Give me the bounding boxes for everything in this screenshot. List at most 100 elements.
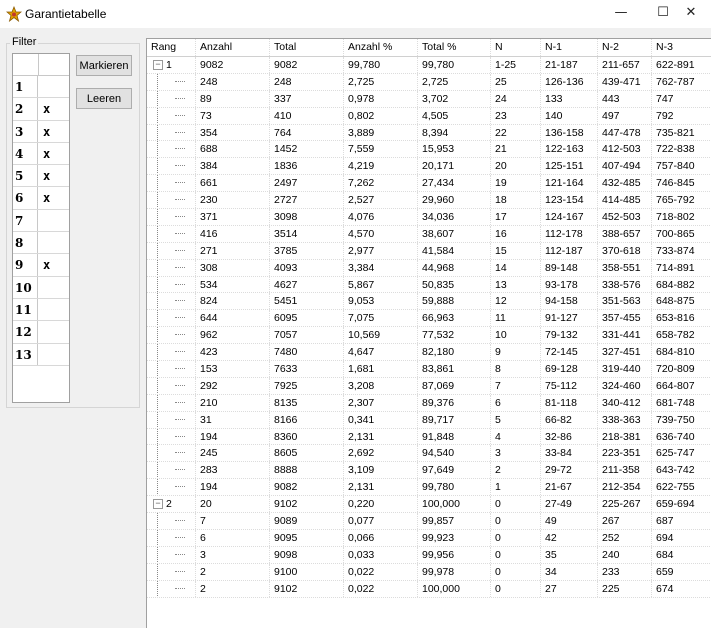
guarantee-table[interactable]: Rang Anzahl Total Anzahl % Total % N N-1 N-2 N-3…	[146, 38, 711, 628]
table-row[interactable]: 688 1452 7,559 15,953 21 122-163 412-503 722-83…	[147, 141, 711, 159]
filter-row-mark[interactable]	[38, 299, 66, 320]
column-header[interactable]: Anzahl %	[344, 39, 418, 56]
table-row[interactable]: 73 410 0,802 4,505 23 140 497 792	[147, 107, 711, 125]
table-cell: 659	[656, 565, 674, 578]
clear-button[interactable]: Leeren	[76, 88, 132, 109]
rank-cell[interactable]: −2	[147, 496, 196, 513]
table-group-row[interactable]: −1 9082 9082 99,780 99,780 1-25 21-187 211-657 6…	[147, 57, 711, 74]
column-header[interactable]: N-1	[541, 39, 598, 56]
column-header[interactable]: N	[491, 39, 541, 56]
table-cell: 153	[196, 361, 270, 377]
table-cell: 20	[196, 496, 270, 513]
table-cell: 7,559	[344, 141, 418, 158]
close-button[interactable]: ✕	[671, 2, 711, 26]
filter-row-mark[interactable]	[38, 277, 66, 298]
table-row[interactable]: 3 9098 0,033 99,956 0 35 240 684	[147, 546, 711, 564]
rank-cell[interactable]: −1	[147, 57, 196, 73]
filter-row-mark[interactable]	[38, 76, 66, 97]
tree-branch-icon	[175, 216, 185, 218]
column-header[interactable]: Total	[270, 39, 344, 56]
table-row[interactable]: 384 1836 4,219 20,171 20 125-151 407-494 757-84…	[147, 158, 711, 176]
table-row[interactable]: 7 9089 0,077 99,857 0 49 267 687	[147, 513, 711, 530]
table-cell: 1836	[270, 158, 344, 175]
mark-button[interactable]: Markieren	[76, 55, 132, 76]
table-row[interactable]: 245 8605 2,692 94,540 3 33-84 223-351 625-747	[147, 445, 711, 463]
filter-row-mark[interactable]: x	[38, 121, 66, 142]
table-cell: 497	[598, 107, 652, 124]
table-row[interactable]: 962 7057 10,569 77,532 10 79-132 331-441 658-78…	[147, 327, 711, 345]
table-row[interactable]: 6 9095 0,066 99,923 0 42 252 694	[147, 529, 711, 547]
table-row[interactable]: 153 7633 1,681 83,861 8 69-128 319-440 720-809	[147, 361, 711, 378]
column-header[interactable]: Anzahl	[196, 39, 270, 56]
table-row[interactable]: 423 7480 4,647 82,180 9 72-145 327-451 684-810	[147, 344, 711, 362]
minimize-button[interactable]: —	[601, 2, 641, 26]
filter-row[interactable]: 1	[13, 76, 69, 99]
tree-connector-icon	[157, 293, 158, 310]
table-row[interactable]: 248 248 2,725 2,725 25 126-136 439-471 762-787	[147, 73, 711, 91]
filter-row-mark[interactable]: x	[38, 187, 66, 208]
table-row[interactable]: 210 8135 2,307 89,376 6 81-118 340-412 681-748	[147, 394, 711, 412]
filter-row-mark[interactable]	[38, 321, 66, 342]
tree-connector-icon	[157, 513, 158, 529]
table-row[interactable]: 308 4093 3,384 44,968 14 89-148 358-551 714-891	[147, 259, 711, 277]
table-row[interactable]: 271 3785 2,977 41,584 15 112-187 370-618 733-87…	[147, 242, 711, 260]
table-row[interactable]: 824 5451 9,053 59,888 12 94-158 351-563 648-875	[147, 293, 711, 311]
table-row[interactable]: 534 4627 5,867 50,835 13 93-178 338-576 684-882	[147, 276, 711, 294]
collapse-icon[interactable]: −	[153, 499, 163, 510]
table-cell: 20,171	[418, 158, 491, 175]
filter-row[interactable]: 3x	[13, 120, 69, 143]
filter-row[interactable]: 2x	[13, 98, 69, 121]
filter-row-mark[interactable]	[38, 232, 66, 253]
filter-row[interactable]: 4x	[13, 142, 69, 166]
tree-branch-icon	[175, 553, 185, 555]
filter-row-mark[interactable]	[38, 344, 66, 365]
table-row[interactable]: 371 3098 4,076 34,036 17 124-167 452-503 718-80…	[147, 209, 711, 226]
column-header[interactable]: Rang	[147, 39, 196, 56]
table-row[interactable]: 89 337 0,978 3,702 24 133 443 747	[147, 90, 711, 108]
table-row[interactable]: 661 2497 7,262 27,434 19 121-164 432-485 746-84…	[147, 175, 711, 193]
filter-row[interactable]: 9x	[13, 254, 69, 277]
filter-grid[interactable]: 1 2 x 3 x 4 x 5 x 6 x 7 8 9 x 10 11 12 13	[12, 53, 70, 403]
table-row[interactable]: 283 8888 3,109 97,649 2 29-72 211-358 643-742	[147, 462, 711, 480]
filter-row[interactable]: 5x	[13, 165, 69, 188]
filter-row[interactable]: 7	[13, 209, 69, 233]
filter-row-mark[interactable]: x	[38, 165, 66, 186]
table-cell: 79-132	[541, 327, 598, 344]
table-cell: 21-67	[541, 479, 598, 496]
collapse-icon[interactable]: −	[153, 60, 163, 71]
table-row[interactable]: 31 8166 0,341 89,717 5 66-82 338-363 739-750	[147, 411, 711, 429]
filter-row[interactable]: 12	[13, 321, 69, 344]
column-header[interactable]: N-3	[652, 39, 711, 56]
filter-row[interactable]: 8	[13, 232, 69, 255]
table-cell: 3	[491, 445, 541, 462]
table-row[interactable]: 416 3514 4,570 38,607 16 112-178 388-657 700-86…	[147, 225, 711, 243]
filter-row[interactable]: 10	[13, 276, 69, 299]
table-cell: 9100	[270, 563, 344, 580]
filter-row[interactable]: 13	[13, 343, 69, 366]
table-cell: 22	[491, 124, 541, 141]
table-row[interactable]: 354 764 3,889 8,394 22 136-158 447-478 735-821	[147, 124, 711, 142]
table-row[interactable]: 194 9082 2,131 99,780 1 21-67 212-354 622-755	[147, 479, 711, 497]
filter-row[interactable]: 6x	[13, 187, 69, 210]
table-row[interactable]: 644 6095 7,075 66,963 11 91-127 357-455 653-816	[147, 310, 711, 328]
filter-row-mark[interactable]: x	[38, 143, 66, 164]
filter-row[interactable]: 11	[13, 298, 69, 322]
tree-connector-icon	[157, 158, 158, 175]
table-row[interactable]: 2 9102 0,022 100,000 0 27 225 674	[147, 580, 711, 598]
filter-row-mark[interactable]: x	[38, 98, 66, 119]
table-cell: 283	[196, 462, 270, 479]
table-row[interactable]: 292 7925 3,208 87,069 7 75-112 324-460 664-807	[147, 377, 711, 395]
table-row[interactable]: 194 8360 2,131 91,848 4 32-86 218-381 636-740	[147, 428, 711, 446]
table-cell: 337	[270, 90, 344, 107]
table-row[interactable]: 230 2727 2,527 29,960 18 123-154 414-485 765-79…	[147, 192, 711, 210]
table-cell: 658-782	[656, 329, 695, 342]
filter-row-number: 1	[13, 76, 38, 98]
column-header[interactable]: Total %	[418, 39, 491, 56]
tree-branch-icon	[175, 486, 185, 488]
filter-row-mark[interactable]	[38, 210, 66, 231]
table-group-row[interactable]: −2 20 9102 0,220 100,000 0 27-49 225-267 659-694	[147, 496, 711, 514]
table-cell: 122-163	[541, 141, 598, 158]
column-header[interactable]: N-2	[598, 39, 652, 56]
filter-row-mark[interactable]: x	[38, 254, 66, 275]
table-row[interactable]: 2 9100 0,022 99,978 0 34 233 659	[147, 563, 711, 581]
